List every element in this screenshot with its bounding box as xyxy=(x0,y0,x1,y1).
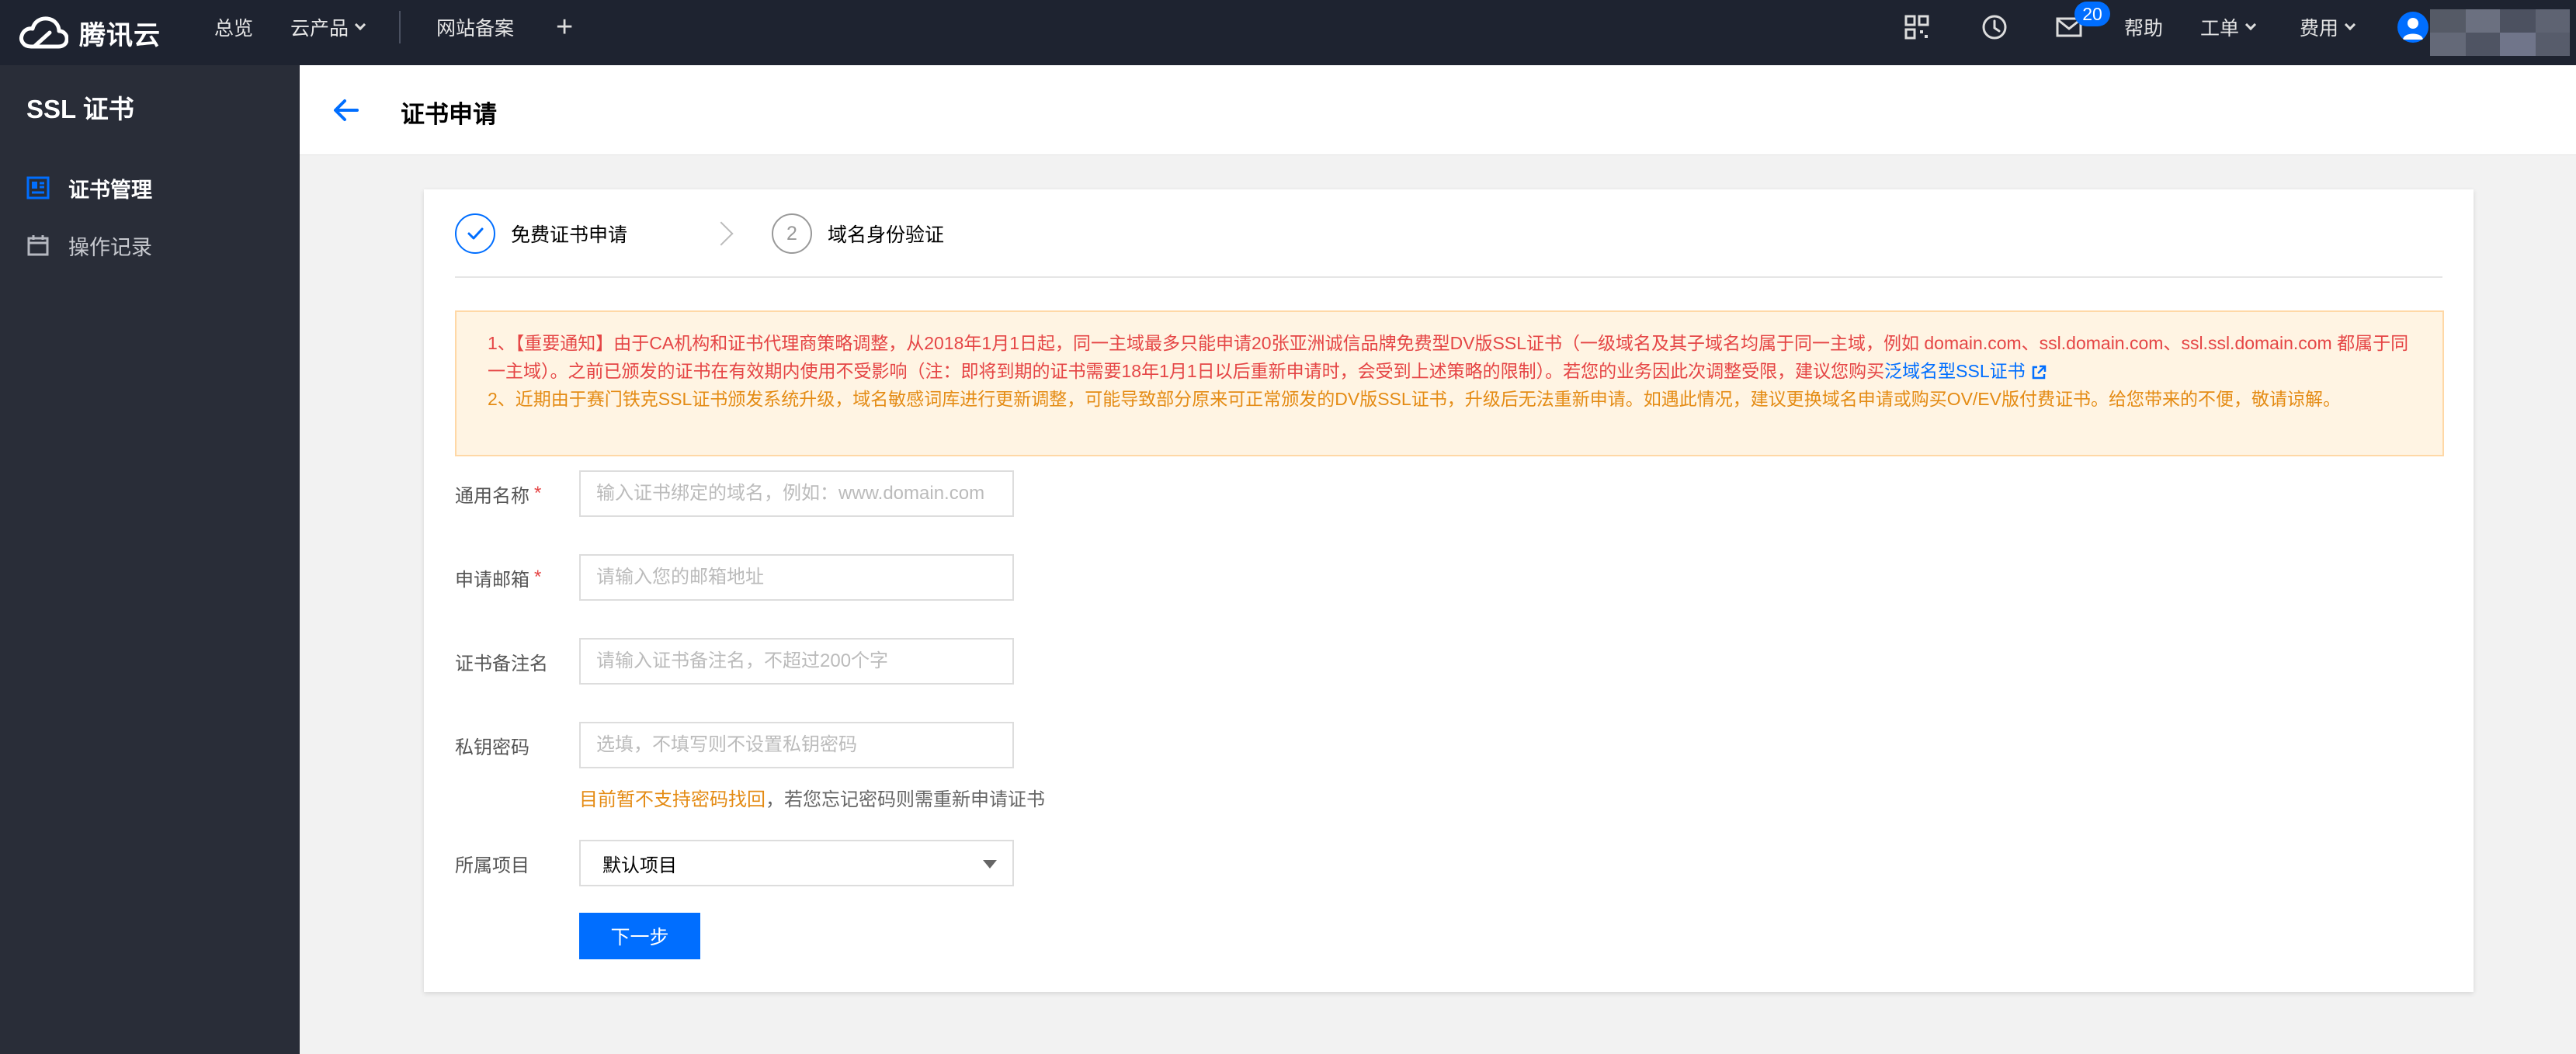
chevron-down-icon xyxy=(2344,19,2356,31)
nav-cloud-products[interactable]: 云产品 xyxy=(290,0,366,54)
nav-overview[interactable]: 总览 xyxy=(214,0,253,54)
wildcard-ssl-link[interactable]: 泛域名型SSL证书 xyxy=(1884,361,2025,381)
back-arrow-icon[interactable] xyxy=(329,93,363,127)
project-label: 所属项目 xyxy=(455,855,529,876)
project-row: 所属项目 默认项目 xyxy=(455,840,1154,886)
key-password-label: 私钥密码 xyxy=(455,737,529,758)
required-mark: * xyxy=(534,483,542,504)
step-number: 2 xyxy=(772,213,812,254)
important-notice: 1、【重要通知】由于CA机构和证书代理商策略调整，从2018年1月1日起，同一主… xyxy=(455,310,2444,456)
ticket-menu[interactable]: 工单 xyxy=(2200,0,2257,54)
key-password-row: 私钥密码 xyxy=(455,722,1154,768)
cloud-logo-icon xyxy=(19,16,68,49)
step-domain-verification: 2 域名身份验证 xyxy=(772,213,944,255)
nav-divider xyxy=(399,11,401,43)
help-link[interactable]: 帮助 xyxy=(2124,0,2163,54)
chevron-down-icon xyxy=(354,19,366,31)
remark-input[interactable] xyxy=(579,638,1014,685)
add-shortcut-icon[interactable]: + xyxy=(556,12,573,42)
tencent-cloud-logo[interactable]: 腾讯云 xyxy=(19,6,161,59)
clock-icon[interactable] xyxy=(1980,12,2009,42)
top-navigation-bar: 腾讯云 总览 云产品 网站备案 + 20 帮助 工单 费用 xyxy=(0,0,2576,65)
project-selected-value: 默认项目 xyxy=(602,855,677,876)
brand-name: 腾讯云 xyxy=(79,20,161,50)
project-select[interactable]: 默认项目 xyxy=(579,840,1014,886)
common-name-label: 通用名称 * xyxy=(455,470,541,517)
key-password-input[interactable] xyxy=(579,722,1014,768)
step-free-certificate-application: 免费证书申请 xyxy=(455,213,627,255)
sidebar: SSL 证书 证书管理 操作记录 xyxy=(0,65,300,1054)
qr-code-icon[interactable] xyxy=(1902,12,1932,42)
sidebar-title: SSL 证书 xyxy=(26,95,134,123)
certificate-application-card: 免费证书申请 2 域名身份验证 1、【重要通知】由于CA机构和证书代理商策略调整… xyxy=(424,189,2474,992)
step-separator-chevron-icon xyxy=(709,221,734,246)
sidebar-item-operation-log[interactable]: 操作记录 xyxy=(26,227,152,264)
billing-label: 费用 xyxy=(2300,18,2339,40)
sidebar-item-label: 证书管理 xyxy=(68,178,152,202)
email-label: 申请邮箱 * xyxy=(455,554,541,601)
common-name-input[interactable] xyxy=(579,470,1014,517)
certificate-icon xyxy=(26,176,50,199)
external-link-icon[interactable] xyxy=(2030,364,2047,381)
password-hint: 目前暂不支持密码找回，若您忘记密码则需重新申请证书 xyxy=(579,784,1045,811)
email-label-text: 申请邮箱 xyxy=(455,569,529,591)
nav-website-filing[interactable]: 网站备案 xyxy=(436,0,514,54)
chevron-down-icon xyxy=(2244,19,2257,31)
help-label: 帮助 xyxy=(2124,18,2164,40)
notice-line-2: 2、近期由于赛门铁克SSL证书颁发系统升级，域名敏感词库进行更新调整，可能导致部… xyxy=(488,389,2341,409)
notice-line-1: 1、【重要通知】由于CA机构和证书代理商策略调整，从2018年1月1日起，同一主… xyxy=(488,333,2409,381)
page-header: 证书申请 xyxy=(300,65,2576,155)
common-name-label-text: 通用名称 xyxy=(455,485,529,507)
caret-down-icon xyxy=(983,860,997,869)
common-name-row: 通用名称 * xyxy=(455,470,1154,517)
check-icon xyxy=(467,227,484,240)
nav-overview-label: 总览 xyxy=(214,18,254,40)
stepper: 免费证书申请 2 域名身份验证 xyxy=(455,189,2442,278)
nav-website-filing-label: 网站备案 xyxy=(436,18,515,40)
sidebar-item-certificate-management[interactable]: 证书管理 xyxy=(26,169,152,206)
remark-row: 证书备注名 xyxy=(455,638,1154,685)
ticket-label: 工单 xyxy=(2200,18,2240,40)
email-input[interactable] xyxy=(579,554,1014,601)
required-mark: * xyxy=(534,567,542,588)
password-hint-warning: 目前暂不支持密码找回 xyxy=(579,789,766,810)
password-hint-text: ，若您忘记密码则需重新申请证书 xyxy=(766,789,1045,810)
user-avatar[interactable] xyxy=(2397,12,2428,43)
mail-count-badge: 20 xyxy=(2074,2,2110,26)
calendar-icon xyxy=(27,235,49,256)
billing-menu[interactable]: 费用 xyxy=(2300,0,2356,54)
page-title: 证书申请 xyxy=(401,101,497,128)
remark-label: 证书备注名 xyxy=(455,653,548,674)
step-done-indicator xyxy=(455,213,495,254)
next-step-button[interactable]: 下一步 xyxy=(579,913,700,959)
nav-cloud-products-label: 云产品 xyxy=(290,18,349,40)
step-label: 域名身份验证 xyxy=(828,224,945,246)
step-label: 免费证书申请 xyxy=(511,224,628,246)
user-icon xyxy=(2403,18,2423,40)
sidebar-item-label: 操作记录 xyxy=(68,235,152,259)
email-row: 申请邮箱 * xyxy=(455,554,1154,601)
username-blurred[interactable] xyxy=(2430,6,2570,57)
